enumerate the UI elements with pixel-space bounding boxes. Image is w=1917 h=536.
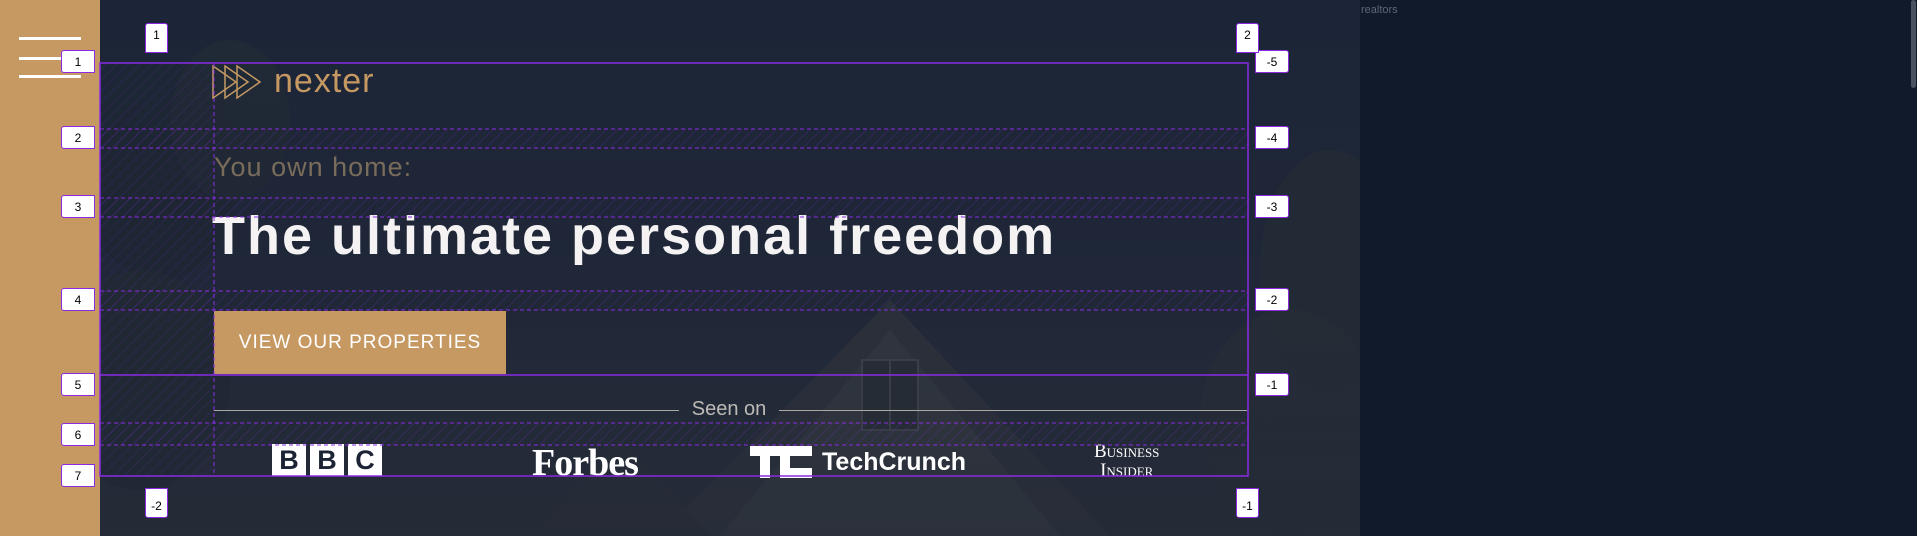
press-logos: B B C Forbes TechCrunch Business Insider	[214, 436, 1247, 486]
grid-row-label: 2	[61, 126, 95, 149]
header-headline: The ultimate personal freedom	[212, 206, 1057, 266]
grid-row-end-label: -4	[1255, 126, 1289, 149]
grid-row-end-label: -3	[1255, 195, 1289, 218]
realtors-panel	[1360, 0, 1917, 536]
view-properties-button[interactable]: VIEW OUR PROPERTIES	[214, 311, 506, 374]
grid-row-end-label: -1	[1255, 373, 1289, 396]
techcrunch-logo: TechCrunch	[750, 446, 966, 478]
logo-text: nexter	[274, 62, 375, 100]
seen-on-label: Seen on	[691, 398, 767, 420]
grid-row-label: 1	[61, 50, 95, 73]
grid-row-label: 7	[61, 464, 95, 487]
grid-col-label: 1	[145, 23, 168, 53]
grid-col-end-label: -1	[1236, 488, 1259, 518]
grid-row-label: 4	[61, 288, 95, 311]
sidebar	[0, 0, 100, 536]
seen-on-divider: Seen on	[214, 397, 1247, 423]
grid-row-label: 3	[61, 195, 95, 218]
business-insider-logo: Business Insider	[1094, 441, 1160, 481]
header: nexter You own home: The ultimate person…	[100, 0, 1360, 536]
grid-row-label: 6	[61, 423, 95, 446]
logo[interactable]: nexter	[212, 62, 375, 101]
page: nexter You own home: The ultimate person…	[0, 0, 1917, 536]
grid-col-end-label: -2	[145, 488, 168, 518]
bbc-logo: B B C	[272, 444, 382, 476]
triple-triangle-logo-icon	[212, 64, 262, 99]
forbes-logo: Forbes	[532, 442, 639, 484]
grid-row-label: 5	[61, 373, 95, 396]
grid-row-end-label: -5	[1255, 50, 1289, 73]
scrollbar-thumb[interactable]	[1911, 0, 1916, 88]
grid-row-end-label: -2	[1255, 288, 1289, 311]
techcrunch-mark-icon	[750, 446, 812, 478]
header-subtitle: You own home:	[214, 152, 413, 182]
realtors-label: realtors	[1361, 4, 1398, 16]
grid-col-label: 2	[1236, 23, 1259, 53]
